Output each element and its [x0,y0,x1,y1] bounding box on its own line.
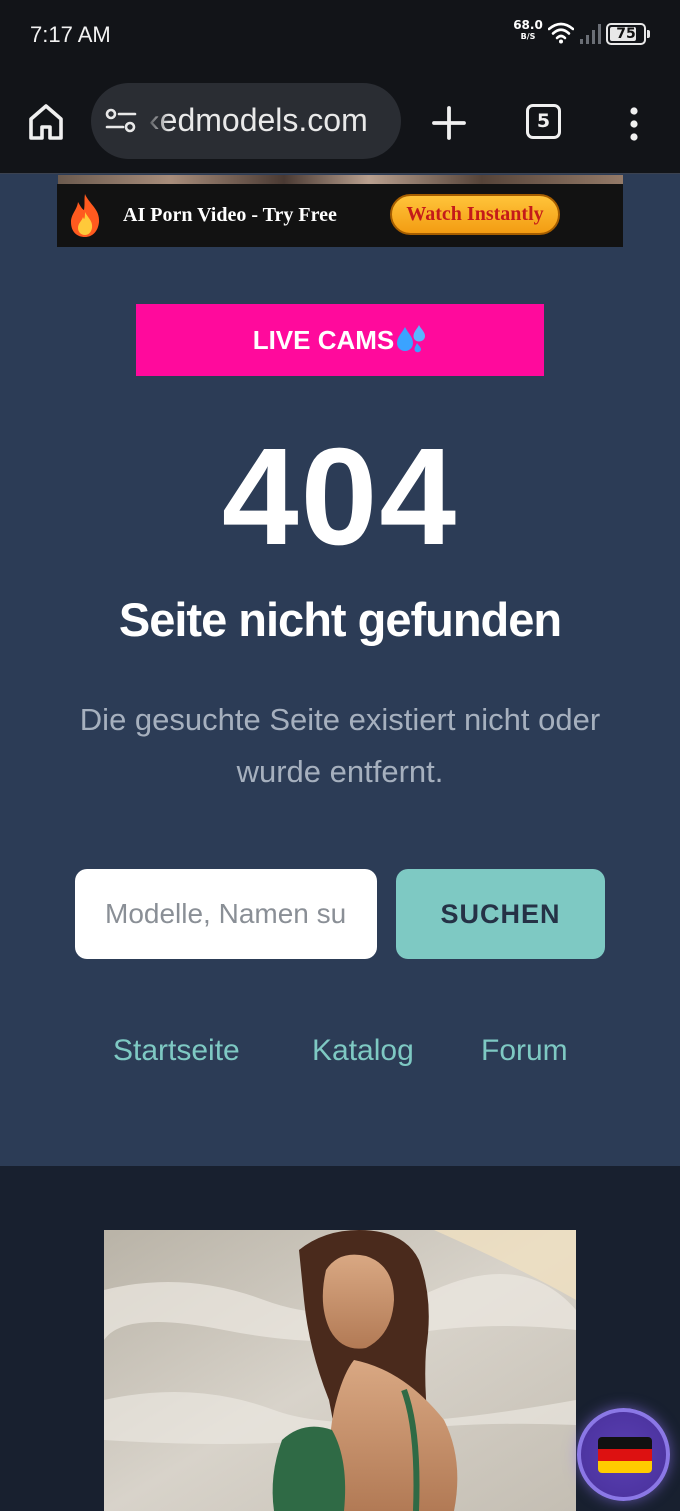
error-description: Die gesuchte Seite existiert nicht oder … [79,702,601,789]
search-button[interactable]: SUCHEN [396,869,605,959]
more-vert-icon[interactable] [620,104,648,144]
model-photo-image [104,1230,576,1511]
plus-icon[interactable] [428,102,470,144]
network-speed-value: 68.0 [513,18,543,32]
signal-icon [580,24,601,44]
url-fade [143,83,169,159]
language-switcher-button[interactable] [577,1408,670,1501]
sweat-droplets-icon [397,325,426,353]
ad-watch-button[interactable]: Watch Instantly [390,194,560,235]
ad-image-strip[interactable] [58,175,623,184]
search-input[interactable] [75,869,377,959]
model-photo[interactable] [104,1230,576,1511]
status-bar: 7:17 AM 68.0 B/S 75 [0,0,680,70]
error-code: 404 [221,420,459,574]
page-title: Seite nicht gefunden [118,593,562,646]
address-bar[interactable]: ‹edmodels.com [91,83,401,159]
browser-toolbar: ‹edmodels.com 5 [0,70,680,174]
ad-banner[interactable]: AI Porn Video - Try Free Watch Instantly [57,184,623,247]
nav-link-forum[interactable]: Forum [481,1034,568,1068]
url-text[interactable]: ‹edmodels.com [149,102,368,139]
network-speed-indicator: 68.0 B/S [513,18,543,42]
ad-text[interactable]: AI Porn Video - Try Free [123,204,337,227]
fire-icon [71,194,100,237]
live-cams-button[interactable]: LIVE CAMS [136,304,544,376]
network-speed-unit: B/S [520,32,536,41]
tab-count-button[interactable]: 5 [526,104,561,139]
battery-level: 75 [616,26,636,42]
live-cams-label: LIVE CAMS [252,325,395,355]
german-flag-icon [598,1437,652,1473]
battery-icon: 75 [606,23,650,45]
home-icon[interactable] [24,100,68,144]
wifi-icon [548,22,574,44]
site-settings-icon[interactable] [105,107,137,135]
nav-link-katalog[interactable]: Katalog [312,1034,414,1068]
status-time: 7:17 AM [30,22,111,47]
nav-link-startseite[interactable]: Startseite [113,1034,240,1068]
